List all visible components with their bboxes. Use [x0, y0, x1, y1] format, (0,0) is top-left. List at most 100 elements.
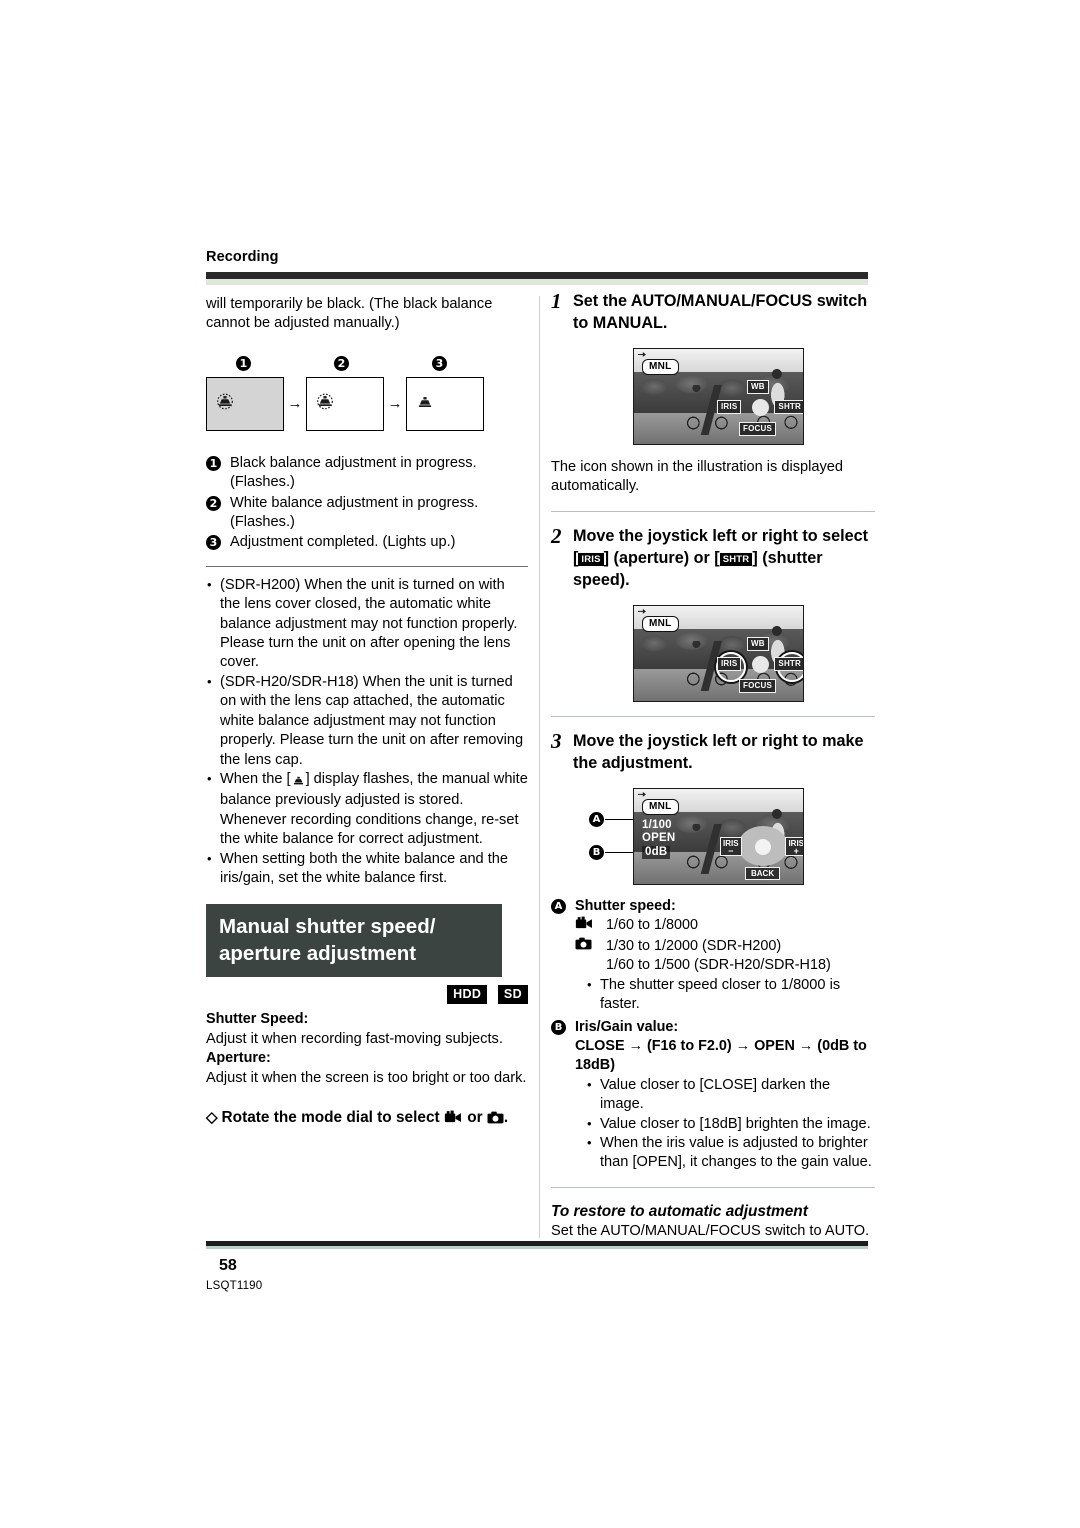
mode-dial-instruction: ◇ Rotate the mode dial to select or . — [206, 1107, 528, 1129]
callout-a-body: Shutter speed: 1/60 to 1/8000 1/30 to 1/… — [575, 897, 875, 1015]
step-1-title: Set the AUTO/MANUAL/FOCUS switch to MANU… — [573, 292, 868, 332]
joystick-iris-minus-sign: − — [728, 845, 734, 856]
mode-dial-text: Rotate the mode dial to select or . — [222, 1107, 509, 1129]
mode-dial-text-a: Rotate the mode dial to select — [221, 1108, 440, 1126]
joystick-iris-plus[interactable]: IRIS + — [785, 836, 803, 856]
lcd-readout: 1/100 OPEN 0dB — [642, 819, 675, 860]
figure-mark-1: 1 — [236, 355, 251, 371]
restore-heading: To restore to automatic adjustment — [551, 1202, 808, 1220]
legend-text-2: White balance adjustment in progress. (F… — [230, 494, 479, 531]
note-item: When the [] display flashes, the manual … — [206, 769, 528, 850]
legend-text-1: Black balance adjustment in progress. (F… — [230, 454, 477, 491]
joystick-label-wb[interactable]: WB — [747, 380, 769, 394]
callout-b-note: When the iris value is adjusted to brigh… — [586, 1133, 875, 1173]
step-1: 1 Set the AUTO/MANUAL/FOCUS switch to MA… — [551, 290, 875, 334]
section-title: Manual shutter speed/ aperture adjustmen… — [206, 904, 502, 978]
shutter-still-value2: 1/60 to 1/500 (SDR-H20/SDR-H18) — [606, 957, 831, 974]
step-2-title-b: ] (aperture) or [ — [603, 548, 720, 567]
figure-legend: 1 Black balance adjustment in progress. … — [206, 454, 528, 553]
running-head: Recording — [206, 249, 279, 265]
joystick-label-focus[interactable]: FOCUS — [739, 678, 776, 693]
legend-mark-1: 1 — [206, 455, 221, 471]
figure-arrow-1: → — [287, 395, 303, 413]
camera-lcd-3: MNL 1/100 OPEN 0dB IRIS − IRIS + BACK — [633, 787, 804, 885]
callout-a-title: Shutter speed: — [575, 897, 676, 914]
callout-a-mark: A — [551, 898, 566, 914]
white-balance-flashing-icon-2 — [315, 392, 335, 416]
still-camera-icon — [575, 937, 606, 957]
legend-text-3: Adjustment completed. (Lights up.) — [230, 534, 456, 551]
joystick-overlay-2: WB IRIS SHTR FOCUS — [716, 635, 803, 693]
camera-lcd-1: MNL WB IRIS SHTR FOCUS — [633, 348, 804, 445]
iris-gain-range: CLOSE → (F16 to F2.0) → OPEN → (0dB to 1… — [575, 1038, 867, 1074]
legend-item: 1 Black balance adjustment in progress. … — [206, 454, 528, 493]
joystick-label-shtr[interactable]: SHTR — [774, 400, 803, 414]
callout-b-description: B Iris/Gain value: CLOSE → (F16 to F2.0)… — [551, 1018, 875, 1173]
legend-mark-3: 3 — [206, 535, 221, 551]
header-rule — [206, 272, 868, 279]
note-item: (SDR-H20/SDR-H18) When the unit is turne… — [206, 672, 528, 770]
callout-a-note: The shutter speed closer to 1/8000 is fa… — [586, 975, 875, 1015]
joystick-label-shtr[interactable]: SHTR — [774, 656, 803, 671]
step-3-number: 3 — [551, 728, 562, 753]
figure-mark-2: 2 — [334, 355, 349, 371]
shutter-video-value: 1/60 to 1/8000 — [606, 917, 699, 934]
shutter-still-value: 1/30 to 1/2000 (SDR-H200) — [606, 937, 782, 954]
right-divider-1 — [551, 510, 875, 512]
joystick-back-button[interactable]: BACK — [745, 866, 781, 880]
joystick-overlay-1: WB IRIS SHTR FOCUS — [717, 378, 803, 436]
white-balance-flashing-icon — [215, 392, 235, 416]
callout-a-description: A Shutter speed: 1/60 to 1/8000 1/30 to … — [551, 897, 875, 1015]
figure-boxes: → → — [206, 376, 484, 431]
right-divider-3 — [551, 1186, 875, 1188]
mode-dial-text-end: . — [503, 1108, 509, 1126]
mode-dial-text-or: or — [467, 1108, 483, 1126]
right-column: 1 Set the AUTO/MANUAL/FOCUS switch to MA… — [551, 290, 875, 1241]
shutter-still-row: 1/30 to 1/2000 (SDR-H200) — [575, 937, 875, 957]
joystick-iris-minus[interactable]: IRIS − — [720, 836, 742, 856]
camera-lcd-2: MNL WB IRIS SHTR FOCUS — [633, 604, 804, 702]
badge-sd: SD — [497, 985, 528, 1005]
lcd-iris-value: OPEN — [642, 832, 676, 845]
step-3-title: Move the joystick left or right to make … — [573, 731, 864, 772]
legend-mark-2: 2 — [206, 495, 221, 511]
callout-a-marker: A — [589, 811, 604, 827]
joystick-label-focus[interactable]: FOCUS — [739, 422, 776, 436]
joystick-hub — [752, 655, 769, 673]
badge-hdd: HDD — [447, 985, 488, 1005]
step-2-title: Move the joystick left or right to selec… — [573, 525, 875, 591]
lcd-shutter-value: 1/100 — [642, 818, 672, 831]
iris-icon-inline: IRIS — [578, 552, 604, 566]
step-1-illustration: MNL WB IRIS SHTR FOCUS — [551, 348, 875, 445]
callout-b-title: Iris/Gain value: — [575, 1018, 679, 1035]
manual-page: Recording will temporarily be black. (Th… — [0, 0, 1080, 1528]
lcd-mnl-badge: MNL — [642, 359, 679, 375]
joystick-label-iris[interactable]: IRIS — [717, 656, 742, 671]
right-divider-2 — [551, 715, 875, 717]
joystick-label-wb[interactable]: WB — [747, 636, 769, 651]
page-number: 58 — [219, 1257, 237, 1274]
joystick-overlay-3: IRIS − IRIS + BACK — [720, 824, 803, 880]
shtr-icon-inline: SHTR — [719, 552, 753, 566]
left-column: will temporarily be black. (The black ba… — [206, 295, 528, 1129]
joystick-label-iris[interactable]: IRIS — [717, 400, 742, 414]
callout-b-note: Value closer to [CLOSE] darken the image… — [586, 1075, 875, 1115]
white-balance-icon-inline — [291, 772, 306, 791]
note-item: When setting both the white balance and … — [206, 849, 528, 889]
restore-text: Set the AUTO/MANUAL/FOCUS switch to AUTO… — [551, 1222, 870, 1239]
figure-arrow-2: → — [387, 395, 403, 413]
callout-b-note: Value closer to [18dB] brighten the imag… — [586, 1114, 875, 1134]
figure-box-3 — [406, 376, 484, 431]
footer-rule-tint — [206, 1246, 868, 1249]
video-camera-icon — [575, 916, 606, 937]
shutter-speed-label: Shutter Speed: — [206, 1011, 309, 1028]
white-balance-steady-icon — [415, 396, 435, 415]
note-wb-prefix: When the [ — [220, 770, 291, 787]
note-item: (SDR-H200) When the unit is turned on wi… — [206, 575, 528, 673]
callout-b-marker: B — [589, 844, 604, 860]
left-divider — [206, 565, 528, 567]
legend-item: 2 White balance adjustment in progress. … — [206, 494, 528, 533]
figure-mark-3: 3 — [432, 355, 447, 371]
callout-b-notes: Value closer to [CLOSE] darken the image… — [575, 1075, 875, 1173]
notes-list: (SDR-H200) When the unit is turned on wi… — [206, 575, 528, 889]
